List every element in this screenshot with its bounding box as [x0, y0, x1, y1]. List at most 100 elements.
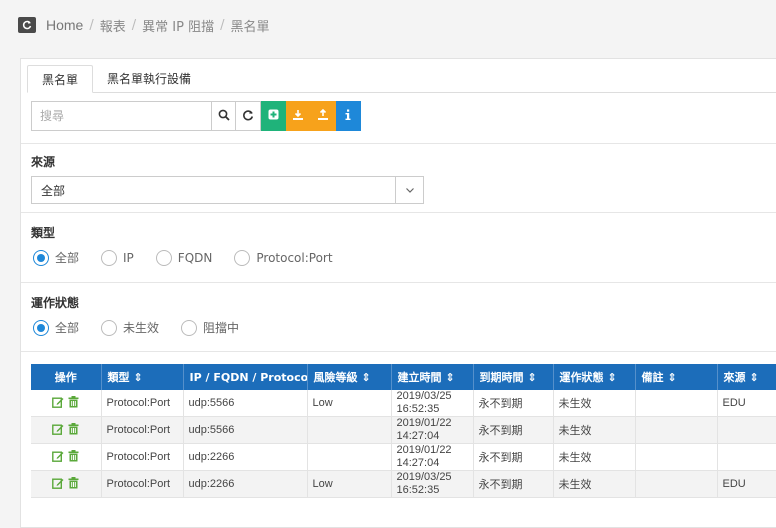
import-icon — [292, 109, 304, 124]
tab-blacklist[interactable]: 黑名單 — [27, 65, 94, 93]
status-filter-label: 運作狀態 — [31, 296, 80, 310]
row-actions — [31, 470, 102, 498]
col-source[interactable]: 來源 ⇕ — [717, 364, 776, 390]
cell-type: Protocol:Port — [101, 470, 184, 498]
source-select-value: 全部 — [41, 183, 66, 198]
info-button[interactable] — [336, 101, 361, 131]
cell-created: 2019/01/22 14:27:04 — [391, 416, 474, 444]
col-actions: 操作 — [31, 364, 102, 390]
status-radio-label: 阻擋中 — [203, 321, 240, 335]
blacklist-table: 操作 類型 ⇕ IP / FQDN / Protocol 風險等級 ⇕ 建立時間… — [31, 364, 776, 498]
tab-bar: 黑名單 黑名單執行設備 — [27, 65, 776, 93]
edit-icon[interactable] — [52, 396, 64, 411]
table-header-row: 操作 類型 ⇕ IP / FQDN / Protocol 風險等級 ⇕ 建立時間… — [31, 364, 776, 390]
type-radio-all[interactable]: 全部 — [33, 249, 79, 266]
cell-created: 2019/03/25 16:52:35 — [391, 470, 474, 498]
breadcrumb-reports[interactable]: 報表 — [100, 16, 126, 35]
source-label: 來源 — [31, 155, 56, 169]
cell-target: udp:5566 — [183, 390, 308, 417]
cell-source: EDU — [717, 470, 776, 498]
search-input[interactable] — [31, 101, 211, 131]
breadcrumb-ip-block[interactable]: 異常 IP 阻擋 — [142, 16, 214, 35]
radio-checked-icon — [33, 319, 49, 336]
col-status[interactable]: 運作狀態 ⇕ — [553, 364, 636, 390]
type-radio-fqdn[interactable]: FQDN — [155, 249, 213, 266]
type-radio-label: Protocol:Port — [256, 250, 333, 265]
cell-expire: 永不到期 — [473, 470, 554, 498]
col-target[interactable]: IP / FQDN / Protocol — [183, 364, 308, 390]
trash-icon[interactable] — [68, 476, 79, 492]
source-select[interactable]: 全部 — [31, 176, 424, 204]
radio-checked-icon — [33, 249, 49, 266]
cell-risk — [307, 443, 392, 471]
status-radio-all[interactable]: 全部 — [33, 319, 79, 336]
cell-expire: 永不到期 — [473, 416, 554, 444]
type-filter-label: 類型 — [31, 226, 56, 240]
radio-unchecked-icon — [101, 249, 118, 266]
cell-source — [717, 416, 776, 444]
search-button[interactable] — [211, 101, 236, 131]
cell-risk — [307, 416, 392, 444]
radio-unchecked-icon — [155, 249, 172, 266]
status-radio-inactive[interactable]: 未生效 — [101, 319, 159, 336]
row-actions — [31, 443, 102, 471]
cell-expire: 永不到期 — [473, 443, 554, 471]
cell-target: udp:5566 — [183, 416, 308, 444]
search-icon — [218, 109, 230, 124]
divider — [21, 282, 776, 283]
row-actions — [31, 390, 102, 417]
refresh-button[interactable] — [236, 101, 261, 131]
status-filter-group: 全部 未生效 阻擋中 — [33, 319, 261, 336]
cell-type: Protocol:Port — [101, 390, 184, 417]
type-radio-label: FQDN — [177, 250, 213, 265]
breadcrumb-home[interactable]: Home — [46, 17, 83, 33]
edit-icon[interactable] — [52, 477, 64, 492]
cell-created: 2019/03/25 16:52:35 — [391, 390, 474, 417]
divider — [21, 212, 776, 213]
cell-created-time: 16:52:35 — [396, 484, 440, 496]
cell-expire: 永不到期 — [473, 390, 554, 417]
trash-icon[interactable] — [68, 422, 79, 438]
add-button[interactable] — [261, 101, 286, 131]
cell-created-time: 14:27:04 — [396, 457, 440, 469]
import-button[interactable] — [286, 101, 311, 131]
breadcrumb-separator: / — [220, 17, 225, 33]
cell-source — [717, 443, 776, 471]
col-created[interactable]: 建立時間 ⇕ — [391, 364, 474, 390]
table-row: Protocol:Port udp:2266 2019/01/22 14:27:04 永… — [31, 443, 776, 471]
col-risk[interactable]: 風險等級 ⇕ — [307, 364, 392, 390]
info-icon — [344, 109, 352, 124]
cell-created-date: 2019/03/25 — [396, 471, 452, 483]
trash-icon[interactable] — [68, 395, 79, 411]
cell-created-time: 16:52:35 — [396, 403, 440, 415]
export-button[interactable] — [311, 101, 336, 131]
add-icon — [268, 109, 279, 123]
breadcrumb-separator: / — [131, 17, 137, 33]
type-radio-label: IP — [123, 250, 134, 265]
edit-icon[interactable] — [52, 450, 64, 465]
type-radio-ip[interactable]: IP — [101, 249, 134, 266]
breadcrumb-separator: / — [89, 17, 94, 33]
status-radio-blocking[interactable]: 阻擋中 — [181, 319, 239, 336]
toolbar — [31, 101, 361, 131]
col-note[interactable]: 備註 ⇕ — [635, 364, 718, 390]
divider — [21, 143, 776, 144]
col-type[interactable]: 類型 ⇕ — [101, 364, 184, 390]
type-filter-group: 全部 IP FQDN Protocol:Port — [33, 249, 355, 266]
breadcrumb-bar: Home / 報表 / 異常 IP 阻擋 / 黑名單 — [0, 0, 776, 50]
cell-created-date: 2019/03/25 — [396, 390, 452, 402]
type-radio-protocol-port[interactable]: Protocol:Port — [234, 249, 333, 266]
cell-status: 未生效 — [553, 390, 636, 417]
cell-risk: Low — [307, 470, 392, 498]
refresh-icon — [242, 109, 254, 124]
tab-blacklist-devices[interactable]: 黑名單執行設備 — [93, 65, 205, 93]
col-expire[interactable]: 到期時間 ⇕ — [473, 364, 554, 390]
cell-note — [635, 416, 718, 444]
radio-unchecked-icon — [101, 319, 118, 336]
edit-icon[interactable] — [52, 423, 64, 438]
table-row: Protocol:Port udp:2266 Low 2019/03/25 16:52:… — [31, 470, 776, 498]
trash-icon[interactable] — [68, 449, 79, 465]
refresh-page-icon[interactable] — [18, 17, 36, 33]
cell-status: 未生效 — [553, 443, 636, 471]
cell-created: 2019/01/22 14:27:04 — [391, 443, 474, 471]
